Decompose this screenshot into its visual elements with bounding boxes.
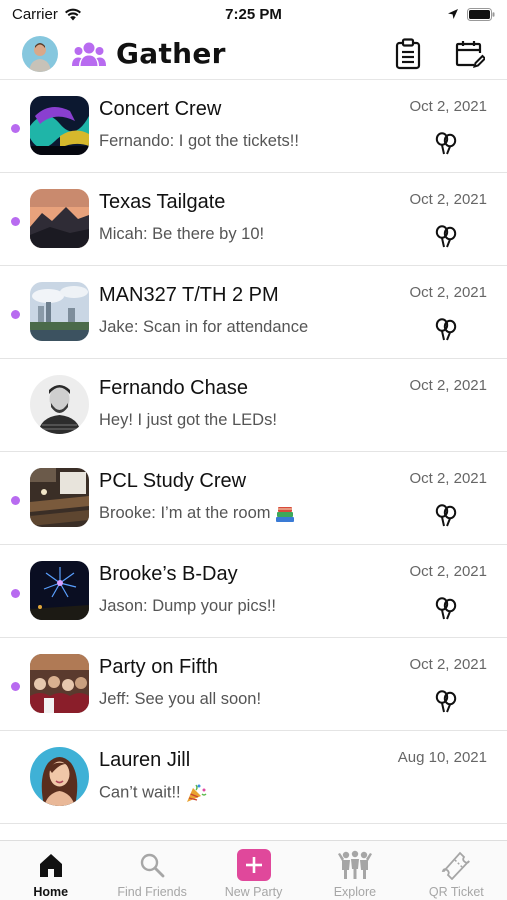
- chat-message-text: Jeff: See you all soon!: [99, 690, 262, 708]
- chat-message-text: Micah: Be there by 10!: [99, 225, 265, 243]
- chat-row-pcl-study-crew[interactable]: PCL Study Crew Brooke: I’m at the room O…: [0, 452, 507, 545]
- chat-row-partial[interactable]: [0, 824, 507, 840]
- chat-name: Texas Tailgate: [99, 191, 226, 213]
- chat-message: Jake: Scan in for attendance: [99, 318, 308, 337]
- chat-name: Brooke’s B-Day: [99, 563, 238, 585]
- chat-row-fernando-chase[interactable]: Fernando Chase Hey! I just got the LEDs!…: [0, 359, 507, 452]
- search-icon: [140, 853, 165, 878]
- tab-qr-ticket[interactable]: QR Ticket: [406, 841, 507, 900]
- calendar-edit-icon[interactable]: [455, 39, 485, 69]
- chat-date: Oct 2, 2021: [409, 656, 487, 673]
- chat-message-text: Fernando: I got the tickets!!: [99, 132, 299, 150]
- app-title: Gather: [116, 37, 226, 70]
- unread-dot: [11, 217, 20, 226]
- carrier-label: Carrier: [12, 5, 58, 23]
- chat-message-text: Hey! I just got the LEDs!: [99, 411, 277, 429]
- balloons-icon[interactable]: [435, 690, 457, 714]
- chat-name: PCL Study Crew: [99, 470, 247, 492]
- chat-date: Oct 2, 2021: [409, 98, 487, 115]
- tab-find-friends[interactable]: Find Friends: [101, 841, 202, 900]
- chat-message-text: Brooke: I’m at the room: [99, 504, 271, 522]
- chat-thumbnail: [30, 189, 89, 248]
- status-bar: Carrier 7:25 PM: [0, 0, 507, 28]
- chat-message: Hey! I just got the LEDs!: [99, 411, 277, 430]
- group-icon: [72, 42, 106, 66]
- chat-thumbnail: [30, 654, 89, 713]
- tab-new-party[interactable]: New Party: [203, 841, 304, 900]
- chat-row-concert-crew[interactable]: Concert Crew Fernando: I got the tickets…: [0, 80, 507, 173]
- ticket-icon: [442, 851, 471, 880]
- balloons-icon[interactable]: [435, 132, 457, 156]
- balloons-icon[interactable]: [435, 318, 457, 342]
- chat-thumbnail: [30, 96, 89, 155]
- battery-icon: [467, 7, 495, 21]
- chat-date: Oct 2, 2021: [409, 470, 487, 487]
- contact-avatar: [30, 375, 89, 434]
- unread-dot: [11, 496, 20, 505]
- chat-date: Aug 10, 2021: [397, 749, 487, 766]
- chat-row-party-on-fifth[interactable]: Party on Fifth Jeff: See you all soon! O…: [0, 638, 507, 731]
- contact-avatar: [30, 747, 89, 806]
- chat-message: Micah: Be there by 10!: [99, 225, 264, 244]
- unread-dot: [11, 682, 20, 691]
- clipboard-icon[interactable]: [395, 37, 421, 70]
- chat-name: Lauren Jill: [99, 749, 191, 771]
- tab-bar: Home Find Friends New Party Explore QR T…: [0, 840, 507, 900]
- people-icon: [337, 850, 372, 879]
- chat-name: MAN327 T/TH 2 PM: [99, 284, 279, 306]
- tab-label: QR Ticket: [428, 885, 484, 899]
- balloons-icon[interactable]: [435, 225, 457, 249]
- chat-row-brookes-bday[interactable]: Brooke’s B-Day Jason: Dump your pics!! O…: [0, 545, 507, 638]
- app-header: Gather: [0, 28, 507, 80]
- unread-dot: [11, 310, 20, 319]
- tab-label: Home: [33, 885, 69, 899]
- chat-name: Concert Crew: [99, 98, 222, 120]
- chat-date: Oct 2, 2021: [409, 563, 487, 580]
- chat-row-lauren-jill[interactable]: Lauren Jill Can’t wait!! Aug 10, 2021: [0, 731, 507, 824]
- chat-message: Fernando: I got the tickets!!: [99, 132, 299, 151]
- plus-icon: [236, 849, 271, 881]
- chat-list: Concert Crew Fernando: I got the tickets…: [0, 80, 507, 840]
- books-emoji-icon: [275, 506, 294, 522]
- profile-avatar[interactable]: [22, 35, 58, 72]
- chat-date: Oct 2, 2021: [409, 284, 487, 301]
- tab-label: New Party: [224, 885, 283, 899]
- balloons-icon[interactable]: [435, 597, 457, 621]
- chat-thumbnail: [30, 282, 89, 341]
- tab-label: Find Friends: [117, 885, 187, 899]
- unread-dot: [11, 124, 20, 133]
- location-arrow-icon: [448, 9, 458, 19]
- chat-name: Party on Fifth: [99, 656, 218, 678]
- tab-label: Explore: [333, 885, 377, 899]
- tab-explore[interactable]: Explore: [304, 841, 405, 900]
- balloons-icon[interactable]: [435, 504, 457, 528]
- chat-message-text: Jason: Dump your pics!!: [99, 597, 276, 615]
- chat-message: Can’t wait!!: [99, 783, 207, 803]
- chat-message: Jeff: See you all soon!: [99, 690, 261, 709]
- unread-dot: [11, 589, 20, 598]
- tab-home[interactable]: Home: [0, 841, 101, 900]
- chat-message: Jason: Dump your pics!!: [99, 597, 276, 616]
- chat-row-man327[interactable]: MAN327 T/TH 2 PM Jake: Scan in for atten…: [0, 266, 507, 359]
- party-popper-emoji-icon: [186, 784, 207, 802]
- chat-name: Fernando Chase: [99, 377, 248, 399]
- chat-message-text: Can’t wait!!: [99, 783, 181, 802]
- carrier: Carrier: [12, 6, 82, 23]
- chat-row-texas-tailgate[interactable]: Texas Tailgate Micah: Be there by 10! Oc…: [0, 173, 507, 266]
- chat-date: Oct 2, 2021: [409, 191, 487, 208]
- home-icon: [39, 854, 62, 877]
- chat-message: Brooke: I’m at the room: [99, 504, 295, 523]
- chat-date: Oct 2, 2021: [409, 377, 487, 394]
- chat-thumbnail: [30, 561, 89, 620]
- chat-message-text: Jake: Scan in for attendance: [99, 318, 309, 336]
- chat-thumbnail: [30, 468, 89, 527]
- wifi-icon: [64, 8, 81, 20]
